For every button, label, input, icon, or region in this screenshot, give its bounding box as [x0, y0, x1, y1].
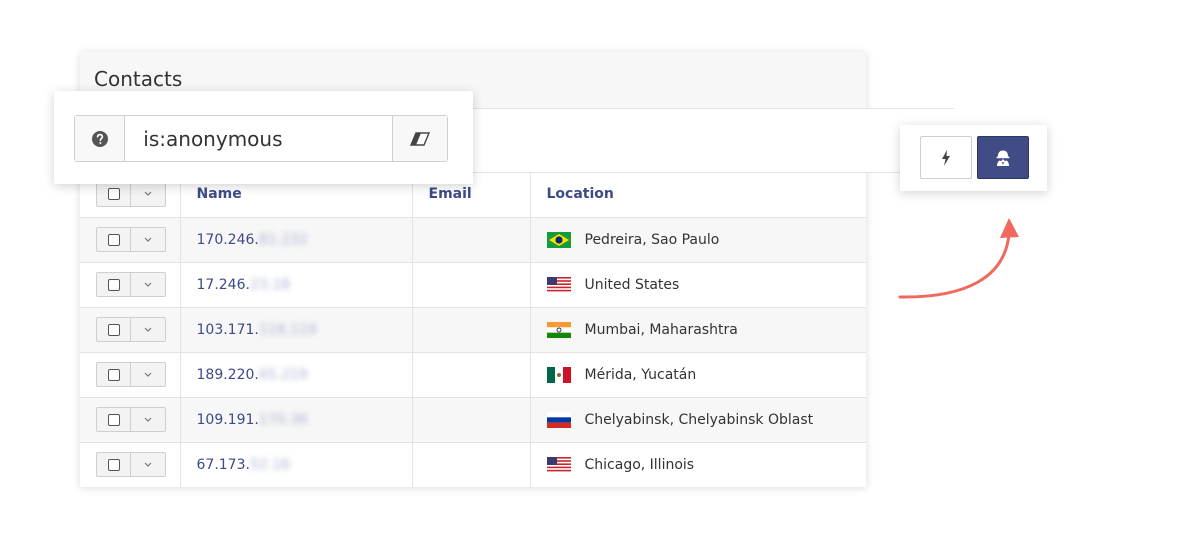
- ip-address-visible[interactable]: 17.246.: [197, 277, 250, 293]
- contact-email-cell: [412, 306, 531, 352]
- row-select-group[interactable]: [96, 362, 166, 387]
- row-checkbox[interactable]: [97, 453, 131, 477]
- lightning-bolt-button[interactable]: [920, 136, 972, 179]
- row-select-group[interactable]: [96, 272, 166, 297]
- anonymous-user-icon: [996, 150, 1010, 166]
- row-select-cell: [80, 261, 181, 307]
- stage: Contacts Name Email Location 170.246.81.…: [0, 0, 1200, 553]
- india-flag-icon: [546, 321, 571, 338]
- select-all-checkbox[interactable]: [97, 182, 131, 206]
- chevron-down-icon[interactable]: [131, 318, 165, 341]
- table-row[interactable]: 109.191.170.36 Chelyabinsk, Chelyabinsk …: [80, 396, 866, 442]
- contact-email-cell: [412, 351, 531, 397]
- contact-location-cell: Chelyabinsk, Chelyabinsk Oblast: [530, 396, 866, 442]
- mexico-flag-icon: [546, 366, 571, 383]
- table-row[interactable]: 67.173.52.16 Chicago, Illinois: [80, 441, 866, 487]
- ip-address-visible[interactable]: 103.171.: [197, 322, 259, 338]
- contact-email-cell: [412, 216, 531, 262]
- contact-name-cell[interactable]: 170.246.81.232: [180, 216, 413, 262]
- lightning-bolt-icon: [942, 149, 950, 166]
- contact-name-cell[interactable]: 17.246.23.18: [180, 261, 413, 307]
- row-select-cell: [80, 306, 181, 352]
- contact-location-cell: Mumbai, Maharashtra: [530, 306, 866, 352]
- contact-name-cell[interactable]: 103.171.118.119: [180, 306, 413, 352]
- chevron-down-icon[interactable]: [131, 183, 165, 206]
- contact-location-cell: Mérida, Yucatán: [530, 351, 866, 397]
- curved-arrow-icon: [898, 218, 1019, 299]
- table-row[interactable]: 189.220.65.219 Mérida, Yucatán: [80, 351, 866, 397]
- eraser-icon[interactable]: [392, 116, 447, 161]
- question-circle-icon[interactable]: [75, 116, 126, 161]
- ip-address-blurred: 81.232: [258, 231, 308, 248]
- location-label: Mumbai, Maharashtra: [584, 321, 738, 338]
- column-header-location[interactable]: Location: [530, 172, 866, 217]
- contact-name-cell[interactable]: 109.191.170.36: [180, 396, 413, 442]
- ip-address-blurred: 118.119: [258, 321, 317, 338]
- contact-email-cell: [412, 441, 531, 487]
- row-select-cell: [80, 441, 181, 487]
- row-select-group[interactable]: [96, 317, 166, 342]
- ip-address-visible[interactable]: 170.246.: [197, 232, 259, 248]
- search-group: [74, 115, 448, 162]
- contact-location-cell: Pedreira, Sao Paulo: [530, 216, 866, 262]
- row-select-cell: [80, 351, 181, 397]
- chevron-down-icon[interactable]: [131, 453, 165, 476]
- location-label: Pedreira, Sao Paulo: [584, 231, 720, 248]
- table-row[interactable]: 17.246.23.18 United States: [80, 261, 866, 307]
- row-select-cell: [80, 216, 181, 262]
- contact-location-cell: Chicago, Illinois: [530, 441, 866, 487]
- row-checkbox[interactable]: [97, 408, 131, 431]
- table-row[interactable]: 170.246.81.232 Pedreira, Sao Paulo: [80, 216, 866, 262]
- action-popover: [900, 125, 1047, 191]
- contact-name-cell[interactable]: 189.220.65.219: [180, 351, 413, 397]
- brazil-flag-icon: [546, 231, 571, 248]
- location-label: Mérida, Yucatán: [584, 366, 697, 383]
- contact-email-cell: [412, 261, 531, 307]
- ip-address-blurred: 23.18: [249, 276, 291, 293]
- ip-address-blurred: 52.16: [249, 456, 291, 473]
- location-label: Chicago, Illinois: [584, 456, 695, 473]
- row-checkbox[interactable]: [97, 363, 131, 386]
- chevron-down-icon[interactable]: [131, 363, 165, 386]
- contact-location-cell: United States: [530, 261, 866, 307]
- row-select-group[interactable]: [96, 452, 166, 478]
- location-label: United States: [584, 276, 680, 293]
- ip-address-blurred: 170.36: [258, 411, 308, 428]
- ip-address-visible[interactable]: 67.173.: [197, 457, 250, 473]
- contact-email-cell: [412, 396, 531, 442]
- russia-flag-icon: [546, 411, 571, 428]
- usa-flag-icon: [546, 276, 571, 293]
- select-all-group[interactable]: [96, 181, 166, 207]
- row-select-group[interactable]: [96, 227, 166, 252]
- chevron-down-icon[interactable]: [131, 228, 165, 251]
- row-checkbox[interactable]: [97, 318, 131, 341]
- search-popover: [54, 91, 473, 184]
- table-row[interactable]: 103.171.118.119 Mumbai, Maharashtra: [80, 306, 866, 352]
- ip-address-blurred: 65.219: [258, 366, 308, 383]
- row-select-group[interactable]: [96, 407, 166, 432]
- anonymous-filter-button[interactable]: [977, 136, 1029, 179]
- ip-address-visible[interactable]: 189.220.: [197, 367, 259, 383]
- chevron-down-icon[interactable]: [131, 408, 165, 431]
- ip-address-visible[interactable]: 109.191.: [197, 412, 259, 428]
- location-label: Chelyabinsk, Chelyabinsk Oblast: [584, 411, 814, 428]
- contact-name-cell[interactable]: 67.173.52.16: [180, 441, 413, 487]
- page-title: Contacts: [94, 67, 183, 91]
- usa-flag-icon: [546, 456, 571, 473]
- contacts-table: Name Email Location 170.246.81.232 Pedre…: [80, 172, 866, 487]
- row-select-cell: [80, 396, 181, 442]
- row-checkbox[interactable]: [97, 273, 131, 296]
- search-input[interactable]: [125, 116, 393, 161]
- row-checkbox[interactable]: [97, 228, 131, 251]
- chevron-down-icon[interactable]: [131, 273, 165, 296]
